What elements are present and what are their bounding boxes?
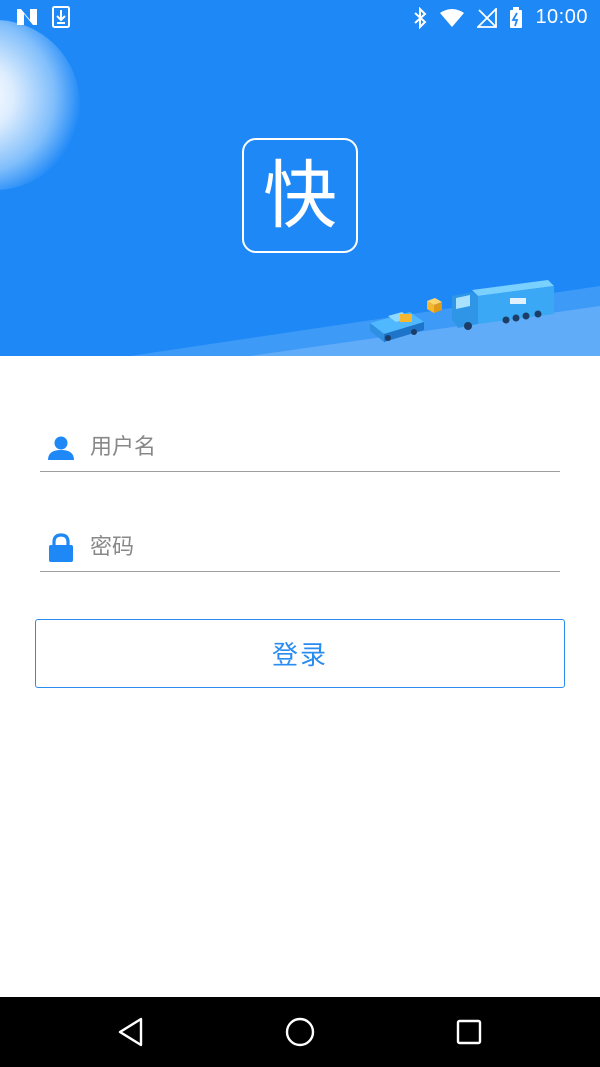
home-icon[interactable] [283, 1015, 317, 1049]
username-field[interactable] [40, 424, 560, 472]
no-signal-icon [477, 7, 498, 28]
app-logo: 快 [242, 138, 358, 253]
bluetooth-icon [414, 6, 427, 29]
battery-icon [510, 6, 523, 28]
login-button[interactable]: 登录 [35, 619, 565, 688]
recents-icon[interactable] [452, 1015, 486, 1049]
package-illustration [427, 298, 442, 313]
username-input[interactable] [90, 435, 530, 460]
wifi-icon [440, 8, 465, 27]
header-banner: 10:00 快 [0, 0, 600, 356]
n-icon [17, 9, 37, 25]
clock: 10:00 [535, 6, 588, 28]
back-icon[interactable] [115, 1015, 149, 1049]
user-icon [44, 431, 78, 465]
lock-icon [44, 531, 78, 565]
password-field[interactable] [40, 524, 560, 572]
navigation-bar [0, 997, 600, 1067]
status-bar: 10:00 [0, 0, 600, 36]
logo-text: 快 [263, 152, 337, 239]
password-input[interactable] [90, 535, 530, 560]
download-icon [52, 6, 70, 28]
